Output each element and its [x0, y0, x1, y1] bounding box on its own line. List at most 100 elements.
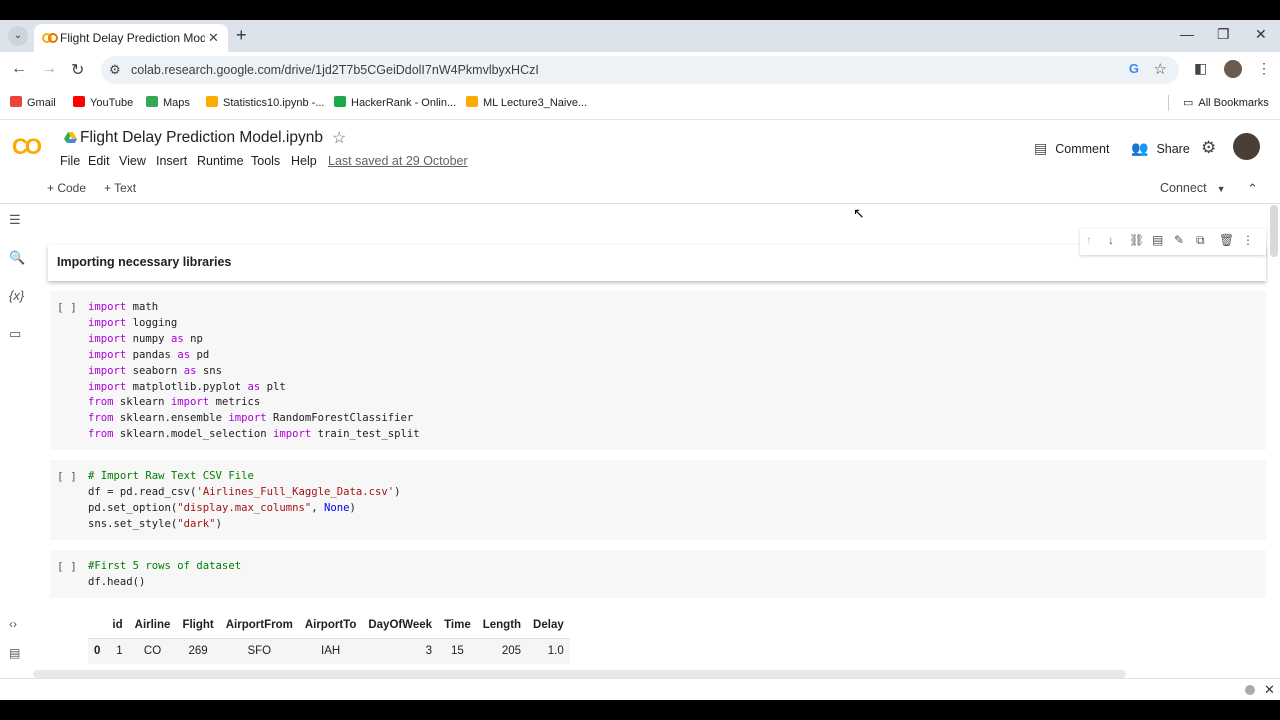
profile-avatar-small[interactable]: [1224, 60, 1242, 78]
gmail-icon: [10, 96, 22, 107]
forward-icon[interactable]: →: [41, 60, 57, 78]
bookmark-maps[interactable]: Maps: [146, 96, 190, 109]
tab-colab[interactable]: Flight Delay Prediction Model.i ✕: [34, 24, 228, 52]
folder-icon: ▭: [1183, 97, 1194, 109]
new-tab-button[interactable]: +: [236, 25, 247, 46]
navigation-bar: ← → ↻ ⚙ colab.research.google.com/drive/…: [0, 52, 1280, 88]
column-header: Flight: [176, 612, 220, 639]
tab-title: Flight Delay Prediction Model.i: [60, 31, 205, 45]
code-cell-head[interactable]: [ ] #First 5 rows of dataset df.head(): [50, 550, 1266, 598]
table-of-contents-icon[interactable]: ☰: [9, 212, 21, 228]
all-bookmarks[interactable]: ▭ All Bookmarks: [1183, 96, 1269, 109]
add-text-button[interactable]: + Text: [104, 181, 136, 195]
cell-toolbar: ↑ ↓ ⛓ ▤ ✎ ⧉ 🗑 ⋮: [1080, 229, 1266, 255]
restore-icon[interactable]: ❐: [1217, 26, 1230, 43]
column-header: AirportFrom: [219, 612, 299, 639]
status-bar: ✕: [0, 678, 1280, 700]
site-info-icon[interactable]: ⚙: [109, 62, 121, 78]
table-cell: SFO: [219, 638, 299, 664]
add-code-button[interactable]: + Code: [47, 181, 86, 195]
back-icon[interactable]: ←: [11, 60, 27, 78]
close-status-icon[interactable]: ✕: [1264, 682, 1275, 698]
colab-icon: [206, 96, 218, 107]
menu-edit[interactable]: Edit: [88, 154, 110, 168]
last-saved-link[interactable]: Last saved at 29 October: [328, 154, 468, 168]
code-cell-imports[interactable]: [ ] import math import logging import nu…: [50, 291, 1266, 450]
dropdown-arrow-icon[interactable]: ▼: [1217, 184, 1226, 194]
bookmark-hackerrank[interactable]: HackerRank - Onlin...: [334, 96, 456, 109]
column-header: Delay: [527, 612, 570, 639]
variables-icon[interactable]: {x}: [9, 288, 24, 303]
youtube-icon: [73, 96, 85, 107]
menu-runtime[interactable]: Runtime: [197, 154, 244, 168]
notebook-title[interactable]: Flight Delay Prediction Model.ipynb: [80, 129, 323, 147]
minimize-icon[interactable]: —: [1180, 26, 1194, 42]
side-panel-icon[interactable]: ◧: [1194, 60, 1207, 77]
share-button[interactable]: 👥 Share: [1131, 140, 1190, 157]
run-cell-button[interactable]: [ ]: [57, 560, 77, 573]
tab-close-icon[interactable]: ✕: [208, 30, 219, 46]
colab-favicon-icon: [42, 33, 58, 43]
command-palette-icon[interactable]: ▤: [9, 646, 20, 660]
collapse-header-icon[interactable]: ⌃: [1247, 181, 1258, 197]
menu-file[interactable]: File: [60, 154, 80, 168]
table-cell: 15: [438, 638, 477, 664]
colab-logo[interactable]: CO: [12, 134, 42, 160]
bookmark-star-icon[interactable]: ☆: [1154, 60, 1167, 78]
bookmark-youtube[interactable]: YouTube: [73, 96, 133, 109]
link-icon[interactable]: ⛓: [1129, 233, 1144, 247]
address-bar[interactable]: ⚙ colab.research.google.com/drive/1jd2T7…: [101, 56, 1179, 84]
left-sidebar: ☰ 🔍 {x} ▭ ‹› ▤ ▣: [0, 205, 32, 689]
colab-icon: [466, 96, 478, 107]
mouse-cursor-icon: ↖: [853, 205, 865, 221]
table-cell: 3: [362, 638, 439, 664]
bookmarks-bar: Gmail YouTube Maps Statistics10.ipynb -.…: [0, 88, 1280, 120]
horizontal-scrollbar[interactable]: [33, 670, 1126, 678]
reload-icon[interactable]: ↻: [71, 60, 84, 80]
url-text[interactable]: colab.research.google.com/drive/1jd2T7b5…: [131, 63, 539, 77]
people-icon: 👥: [1131, 140, 1149, 156]
search-icon[interactable]: 🔍: [9, 250, 25, 266]
star-icon[interactable]: ☆: [332, 128, 346, 148]
menu-tools[interactable]: Tools: [251, 154, 280, 168]
edit-pencil-icon[interactable]: ✎: [1174, 233, 1184, 247]
code-editor[interactable]: import math import logging import numpy …: [88, 300, 420, 443]
code-cell-read-csv[interactable]: [ ] # Import Raw Text CSV File df = pd.r…: [50, 460, 1266, 540]
google-lens-icon[interactable]: G: [1129, 61, 1139, 76]
code-editor[interactable]: #First 5 rows of dataset df.head(): [88, 559, 241, 591]
bookmark-statistics10[interactable]: Statistics10.ipynb -...: [206, 96, 325, 109]
tab-search-button[interactable]: ⌄: [8, 26, 28, 46]
column-header: DayOfWeek: [362, 612, 439, 639]
browser-menu-icon[interactable]: ⋮: [1257, 60, 1271, 77]
column-header: Length: [476, 612, 528, 639]
code-snippets-icon[interactable]: ‹›: [9, 617, 17, 631]
screen-bottom-border: [0, 700, 1280, 720]
table-cell: CO: [128, 638, 177, 664]
move-cell-up-icon[interactable]: ↑: [1086, 233, 1092, 247]
menu-view[interactable]: View: [119, 154, 146, 168]
column-header: AirportTo: [298, 612, 363, 639]
mirror-cell-icon[interactable]: ⧉: [1196, 233, 1205, 248]
delete-trash-icon[interactable]: 🗑: [1219, 233, 1234, 247]
bookmark-ml-lecture3[interactable]: ML Lecture3_Naive...: [466, 96, 587, 109]
row-index: 0: [88, 638, 107, 664]
menu-insert[interactable]: Insert: [156, 154, 187, 168]
more-options-icon[interactable]: ⋮: [1242, 233, 1254, 247]
table-cell: 269: [176, 638, 220, 664]
run-cell-button[interactable]: [ ]: [57, 470, 77, 483]
cell-heading: Importing necessary libraries: [57, 255, 232, 269]
user-avatar[interactable]: [1233, 133, 1260, 160]
code-editor[interactable]: # Import Raw Text CSV File df = pd.read_…: [88, 469, 401, 533]
notebook-toolbar: + Code + Text Connect ▼ ⌃: [0, 172, 1280, 204]
comment-button[interactable]: ▤ Comment: [1034, 140, 1109, 157]
vertical-scrollbar[interactable]: [1270, 205, 1278, 257]
connect-button[interactable]: Connect ▼: [1160, 181, 1225, 195]
move-cell-down-icon[interactable]: ↓: [1108, 233, 1114, 247]
run-cell-button[interactable]: [ ]: [57, 301, 77, 314]
menu-help[interactable]: Help: [291, 154, 317, 168]
files-folder-icon[interactable]: ▭: [9, 326, 21, 342]
bookmark-gmail[interactable]: Gmail: [10, 96, 56, 109]
add-comment-icon[interactable]: ▤: [1152, 233, 1163, 247]
close-window-icon[interactable]: ✕: [1255, 26, 1267, 43]
settings-gear-icon[interactable]: ⚙: [1201, 138, 1216, 158]
